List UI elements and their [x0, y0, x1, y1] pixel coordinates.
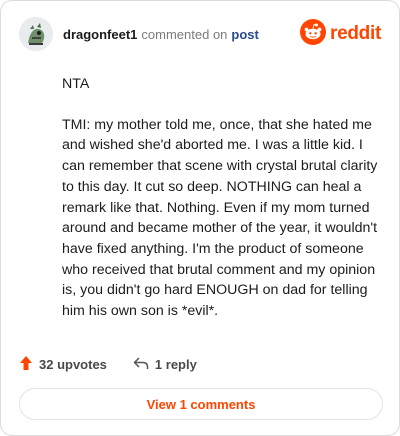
reddit-logo-icon — [300, 18, 327, 50]
dragon-avatar-icon[interactable] — [19, 17, 53, 51]
comment-actions: 32 upvotes 1 reply — [19, 353, 197, 375]
view-comments-button[interactable]: View 1 comments — [19, 388, 383, 420]
comment-meta: dragonfeet1 commented on post — [63, 27, 259, 42]
action-text: commented on — [141, 26, 228, 42]
comment-header: dragonfeet1 commented on post reddit — [19, 17, 381, 51]
comment-body: NTA TMI: my mother told me, once, that s… — [62, 74, 384, 342]
reply-count: 1 reply — [154, 356, 197, 372]
username-link[interactable]: dragonfeet1 — [63, 27, 137, 42]
reply-arrow-icon — [133, 356, 149, 373]
upvote-button[interactable]: 32 upvotes — [19, 355, 107, 374]
comment-card: dragonfeet1 commented on post reddit NTA… — [0, 0, 400, 436]
comment-paragraph: NTA — [62, 76, 90, 92]
reddit-wordmark: reddit — [330, 23, 381, 44]
upvote-count: 32 upvotes — [39, 356, 107, 372]
comment-paragraph: TMI: my mother told me, once, that she h… — [62, 116, 378, 320]
reddit-brand[interactable]: reddit — [300, 18, 381, 50]
upvote-arrow-icon — [19, 355, 33, 374]
post-link[interactable]: post — [231, 27, 258, 42]
reply-button[interactable]: 1 reply — [133, 356, 197, 373]
